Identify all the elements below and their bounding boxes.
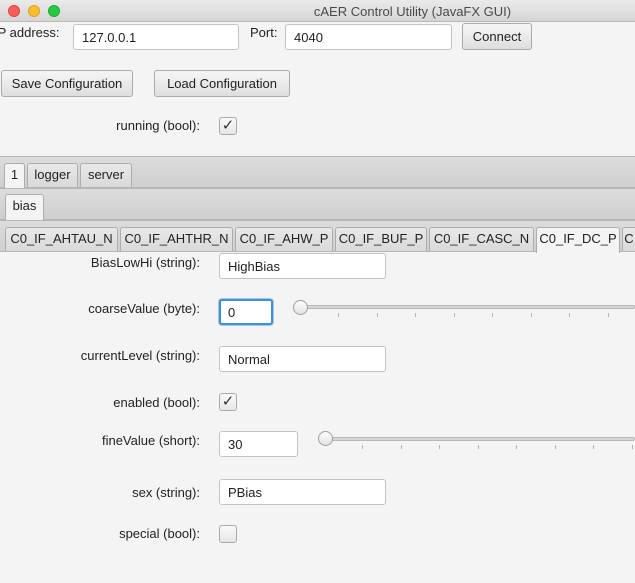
- slider-tick: [415, 313, 416, 317]
- sex-input[interactable]: [219, 479, 386, 505]
- slider-tick: [516, 445, 517, 449]
- slider-tick: [362, 445, 363, 449]
- slider-tick: [376, 313, 378, 317]
- current-level-label: currentLevel (string):: [80, 348, 200, 363]
- enabled-label: enabled (bool):: [113, 395, 200, 410]
- slider-tick: [554, 445, 556, 449]
- slider-tick: [593, 445, 594, 449]
- slider-tick: [477, 445, 479, 449]
- slider-tick: [631, 445, 633, 449]
- fine-value-input[interactable]: [219, 431, 298, 457]
- special-checkbox[interactable]: [219, 525, 237, 543]
- fine-slider-thumb[interactable]: [318, 431, 333, 446]
- bias-tab-strip: C0_IF_AHTAU_N C0_IF_AHTHR_N C0_IF_AHW_P …: [0, 220, 635, 253]
- load-configuration-button[interactable]: Load Configuration: [154, 70, 290, 97]
- coarse-slider-thumb[interactable]: [293, 300, 308, 315]
- tab-c0-if-ahw-p[interactable]: C0_IF_AHW_P: [235, 227, 333, 251]
- running-checkbox[interactable]: ✓: [219, 117, 237, 135]
- tab-bias[interactable]: bias: [5, 194, 44, 220]
- connect-button[interactable]: Connect: [462, 23, 532, 50]
- current-level-input[interactable]: [219, 346, 386, 372]
- port-input[interactable]: [285, 24, 452, 50]
- sub-tab-strip: bias: [0, 188, 635, 220]
- slider-tick: [439, 445, 440, 449]
- slider-tick: [492, 313, 493, 317]
- slider-tick: [607, 313, 609, 317]
- port-label: Port:: [250, 25, 278, 40]
- tab-c0-if-buf-p[interactable]: C0_IF_BUF_P: [335, 227, 427, 251]
- sex-label: sex (string):: [132, 485, 200, 500]
- ip-address-input[interactable]: [73, 24, 239, 50]
- top-tab-strip: 1 logger server: [0, 156, 635, 188]
- coarse-slider-track[interactable]: [300, 305, 635, 309]
- coarse-value-input[interactable]: [219, 299, 273, 325]
- slider-tick: [338, 313, 339, 317]
- window-title: cAER Control Utility (JavaFX GUI): [313, 4, 512, 19]
- bias-low-hi-input[interactable]: [219, 253, 386, 279]
- running-label: running (bool):: [116, 118, 200, 133]
- coarse-value-label: coarseValue (byte):: [88, 301, 200, 316]
- fine-value-label: fineValue (short):: [101, 433, 200, 448]
- tab-overflow[interactable]: C: [622, 227, 635, 251]
- tab-c0-if-ahtau-n[interactable]: C0_IF_AHTAU_N: [5, 227, 118, 251]
- bias-low-hi-label: BiasLowHi (string):: [90, 255, 200, 270]
- title-bar[interactable]: cAER Control Utility (JavaFX GUI): [0, 0, 635, 22]
- slider-tick: [569, 313, 570, 317]
- slider-tick: [530, 313, 532, 317]
- slider-tick: [453, 313, 455, 317]
- tab-server[interactable]: server: [80, 163, 132, 187]
- checkmark-icon: ✓: [221, 393, 235, 410]
- fine-slider-track[interactable]: [325, 437, 635, 441]
- special-label: special (bool):: [119, 526, 200, 541]
- tab-c0-if-casc-n[interactable]: C0_IF_CASC_N: [429, 227, 534, 251]
- slider-tick: [400, 445, 402, 449]
- tab-c0-if-ahthr-n[interactable]: C0_IF_AHTHR_N: [120, 227, 233, 251]
- checkmark-icon: ✓: [221, 117, 235, 134]
- tab-c0-if-dc-p[interactable]: C0_IF_DC_P: [536, 227, 620, 253]
- tab-logger[interactable]: logger: [27, 163, 78, 187]
- enabled-checkbox[interactable]: ✓: [219, 393, 237, 411]
- save-configuration-button[interactable]: Save Configuration: [1, 70, 133, 97]
- tab-1[interactable]: 1: [4, 163, 25, 188]
- ip-address-label: IP address:: [0, 25, 60, 40]
